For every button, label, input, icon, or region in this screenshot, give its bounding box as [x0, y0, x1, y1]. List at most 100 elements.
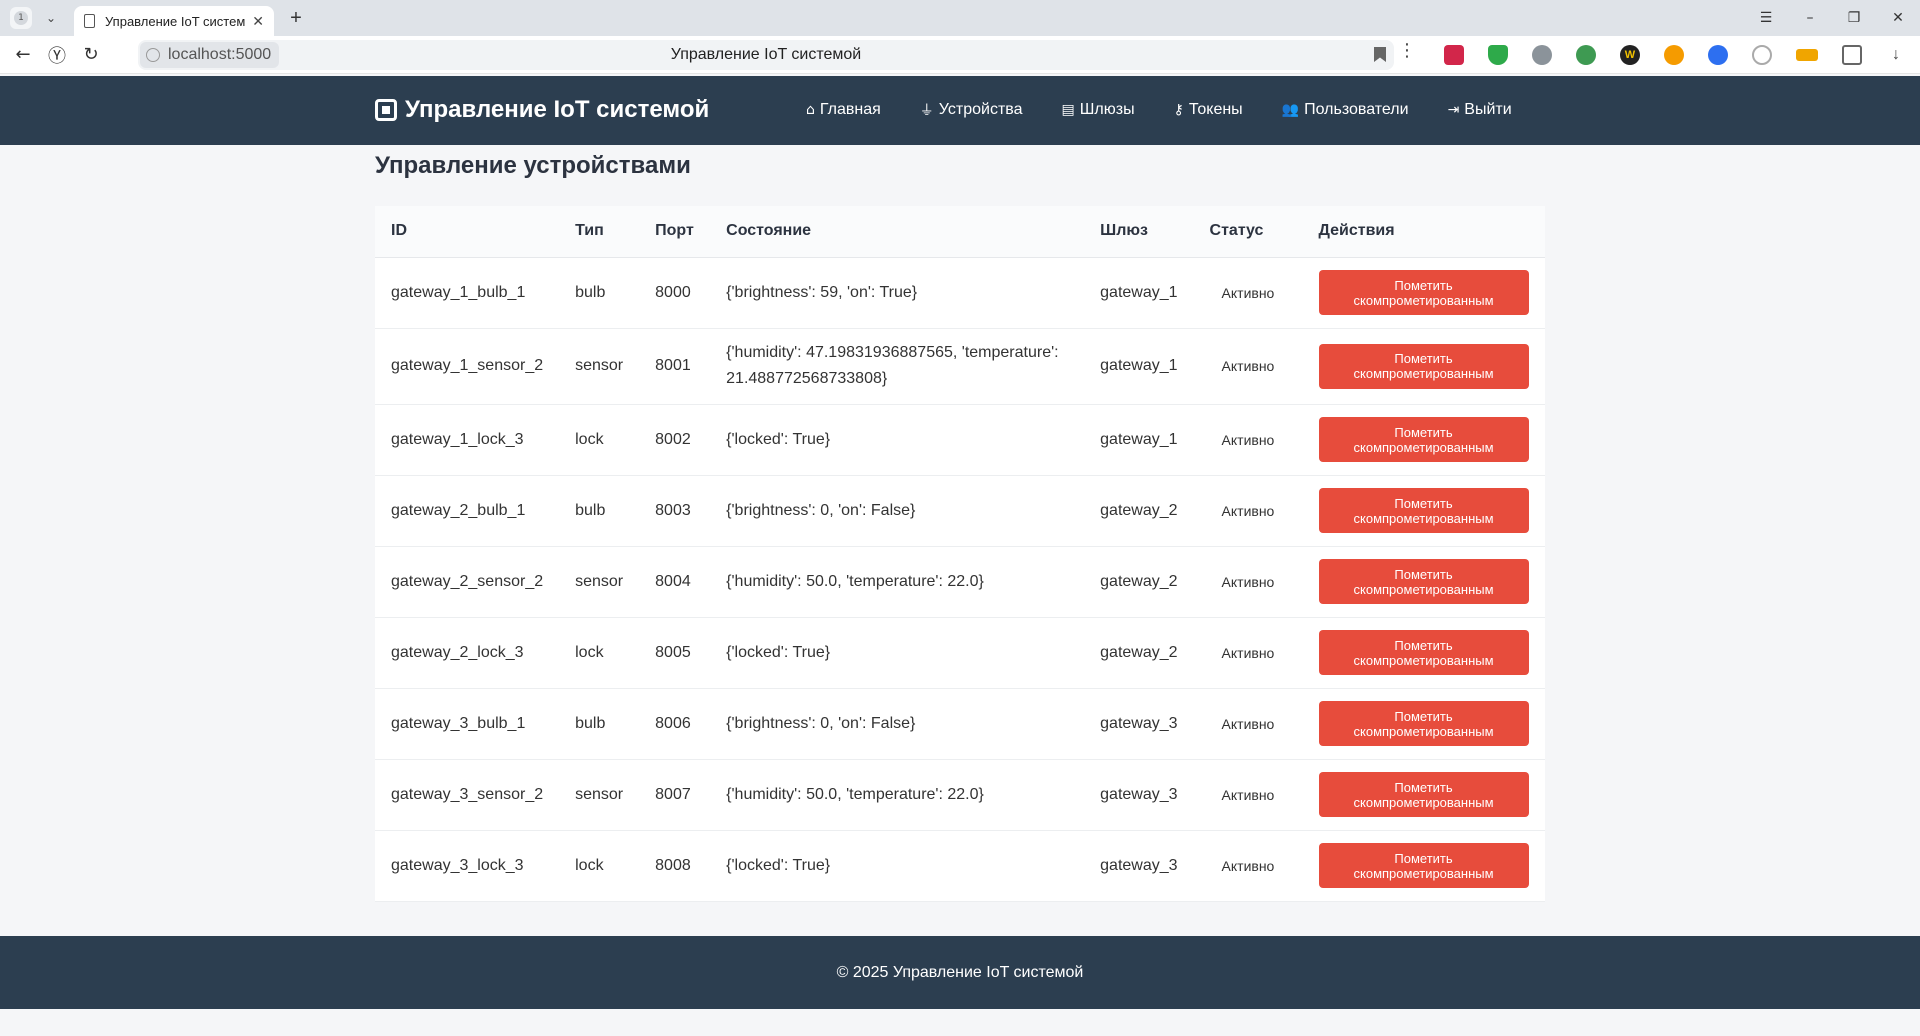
device-type: sensor: [559, 546, 640, 618]
mark-compromised-button[interactable]: Пометить скомпрометированным: [1318, 701, 1529, 746]
main-content: Управление устройствами ID Тип Порт Сост…: [375, 145, 1545, 902]
table-row: gateway_1_lock_3 lock 8002 {'locked': True}…: [375, 404, 1545, 476]
status-badge: Активно: [1193, 475, 1303, 547]
column-header-actions: Действия: [1302, 206, 1545, 258]
device-port: 8004: [639, 546, 711, 618]
device-gateway: gateway_1: [1084, 257, 1194, 329]
chevron-down-icon[interactable]: ⌄: [38, 5, 64, 31]
device-state: {'humidity': 50.0, 'temperature': 22.0}: [710, 546, 1085, 618]
device-id: gateway_3_bulb_1: [375, 688, 560, 760]
actions-cell: Пометить скомпрометированным: [1302, 830, 1545, 902]
url-chip[interactable]: localhost:5000: [140, 42, 280, 68]
nav-devices[interactable]: ⏚ Устройства: [920, 100, 1023, 120]
device-port: 8005: [639, 617, 711, 689]
reload-icon[interactable]: ↻: [74, 40, 108, 70]
main-nav: ⌂ Главная ⏚ Устройства ▤ Шлюзы ⚷ Токены 👥 Пол…: [806, 100, 1551, 120]
tab-counter[interactable]: 1: [10, 7, 32, 29]
globe-icon[interactable]: [1532, 45, 1552, 65]
mark-compromised-button[interactable]: Пометить скомпрометированным: [1318, 559, 1529, 604]
device-type: sensor: [559, 328, 640, 405]
device-gateway: gateway_2: [1084, 617, 1194, 689]
mark-compromised-button[interactable]: Пометить скомпрометированным: [1318, 488, 1529, 533]
mark-compromised-button[interactable]: Пометить скомпрометированным: [1318, 417, 1529, 462]
at-sign-icon[interactable]: [1752, 45, 1772, 65]
shield-icon[interactable]: [1488, 45, 1508, 65]
more-options-icon[interactable]: ⋮: [1398, 40, 1416, 61]
extension-red-icon[interactable]: [1444, 45, 1464, 65]
device-type: lock: [559, 830, 640, 902]
address-field[interactable]: localhost:5000 Управление IoT системой: [138, 40, 1394, 70]
nav-logout[interactable]: ⇥ Выйти: [1448, 100, 1512, 120]
device-port: 8000: [639, 257, 711, 329]
menu-icon[interactable]: ☰: [1744, 10, 1788, 26]
window-controls: ☰ – ❐ ✕: [1744, 0, 1920, 36]
column-header-port: Порт: [639, 206, 711, 258]
actions-cell: Пометить скомпрометированным: [1302, 404, 1545, 476]
back-arrow-icon[interactable]: ←: [6, 40, 40, 70]
browser-toolbar: ← Ⓨ ↻ localhost:5000 Управление IoT сист…: [0, 36, 1920, 74]
device-gateway: gateway_3: [1084, 830, 1194, 902]
table-row: gateway_1_bulb_1 bulb 8000 {'brightness': 5…: [375, 257, 1545, 329]
device-port: 8008: [639, 830, 711, 902]
restore-icon[interactable]: ❐: [1832, 10, 1876, 26]
column-header-state: Состояние: [710, 206, 1085, 258]
device-port: 8003: [639, 475, 711, 547]
device-state: {'brightness': 0, 'on': False}: [710, 475, 1085, 547]
download-icon[interactable]: ↓: [1886, 45, 1906, 65]
server-icon: ▤: [1061, 102, 1075, 118]
column-header-status: Статус: [1193, 206, 1303, 258]
nav-users[interactable]: 👥 Пользователи: [1282, 100, 1409, 120]
orange-extension-icon[interactable]: [1664, 45, 1684, 65]
mark-compromised-button[interactable]: Пометить скомпрометированным: [1318, 843, 1529, 888]
device-id: gateway_3_sensor_2: [375, 759, 560, 831]
plug-icon: ⏚: [919, 103, 934, 119]
device-gateway: gateway_1: [1084, 404, 1194, 476]
earth-icon[interactable]: [1576, 45, 1596, 65]
mark-compromised-button[interactable]: Пометить скомпрометированным: [1318, 772, 1529, 817]
close-window-icon[interactable]: ✕: [1876, 10, 1920, 26]
table-row: gateway_3_lock_3 lock 8008 {'locked': True}…: [375, 830, 1545, 902]
nav-tokens[interactable]: ⚷ Токены: [1174, 100, 1243, 120]
device-port: 8006: [639, 688, 711, 760]
tab-title: Управление IoT систем: [105, 13, 246, 29]
status-badge: Активно: [1193, 257, 1303, 329]
minimize-icon[interactable]: –: [1788, 10, 1832, 26]
code-extension-icon[interactable]: [1708, 45, 1728, 65]
footer-text: © 2025 Управление IoT системой: [836, 963, 1084, 981]
mark-compromised-button[interactable]: Пометить скомпрометированным: [1318, 270, 1529, 315]
table-row: gateway_1_sensor_2 sensor 8001 {'humidity':…: [375, 328, 1545, 405]
actions-cell: Пометить скомпрометированным: [1302, 257, 1545, 329]
column-header-type: Тип: [559, 206, 640, 258]
mark-compromised-button[interactable]: Пометить скомпрометированным: [1318, 630, 1529, 675]
yandex-icon[interactable]: Ⓨ: [40, 40, 74, 70]
status-badge: Активно: [1193, 688, 1303, 760]
close-icon[interactable]: ✕: [252, 13, 264, 30]
extensions-bar: W ↓: [1444, 36, 1920, 74]
device-type: lock: [559, 404, 640, 476]
column-header-id: ID: [375, 206, 560, 258]
new-tab-button[interactable]: +: [284, 6, 308, 30]
table-body: gateway_1_bulb_1 bulb 8000 {'brightness': 5…: [375, 257, 1545, 902]
device-id: gateway_2_sensor_2: [375, 546, 560, 618]
bookmark-icon[interactable]: [1374, 47, 1386, 62]
table-row: gateway_2_bulb_1 bulb 8003 {'brightness': 0…: [375, 475, 1545, 547]
w-extension-icon[interactable]: W: [1620, 45, 1640, 65]
site-info-icon: [146, 48, 160, 62]
device-type: sensor: [559, 759, 640, 831]
puzzle-icon[interactable]: [1842, 45, 1862, 65]
table-row: gateway_3_sensor_2 sensor 8007 {'humidity':…: [375, 759, 1545, 831]
app-header: Управление IoT системой ⌂ Главная ⏚ Устрой…: [0, 76, 1920, 145]
nav-gateways[interactable]: ▤ Шлюзы: [1062, 100, 1135, 120]
column-header-gateway: Шлюз: [1084, 206, 1194, 258]
brand-title: Управление IoT системой: [405, 96, 710, 123]
device-id: gateway_1_bulb_1: [375, 257, 560, 329]
battery-icon[interactable]: [1796, 49, 1818, 61]
brand[interactable]: Управление IoT системой: [375, 96, 709, 124]
browser-tab[interactable]: Управление IoT систем ✕: [74, 6, 274, 36]
device-port: 8007: [639, 759, 711, 831]
status-badge: Активно: [1193, 617, 1303, 689]
table-row: gateway_3_bulb_1 bulb 8006 {'brightness': 0…: [375, 688, 1545, 760]
device-state: {'humidity': 50.0, 'temperature': 22.0}: [710, 759, 1085, 831]
nav-home[interactable]: ⌂ Главная: [806, 100, 881, 120]
mark-compromised-button[interactable]: Пометить скомпрометированным: [1318, 343, 1529, 389]
